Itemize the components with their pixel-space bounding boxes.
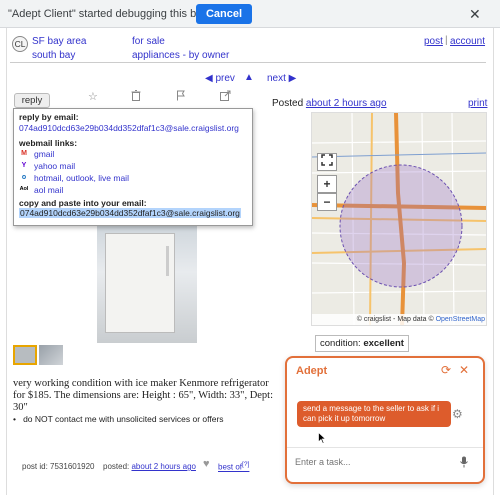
map-canvas — [312, 113, 486, 325]
header-divider — [10, 62, 486, 63]
copy-email-selected[interactable]: 074ad910dcd63e29b034dd352dfaf1c3@sale.cr… — [19, 208, 241, 218]
map-zoom-out-button[interactable]: − — [317, 193, 337, 211]
close-icon[interactable]: ✕ — [469, 6, 481, 23]
outlook-link[interactable]: hotmail, outlook, live mail — [34, 173, 129, 183]
prev-link[interactable]: ◀ prev — [205, 73, 235, 84]
refresh-icon[interactable]: ⟳ — [441, 363, 451, 377]
header-separator: | — [445, 35, 448, 46]
map-attribution: © craigslist - Map data © OpenStreetMap — [312, 314, 486, 325]
adept-divider — [287, 447, 483, 448]
post-id: post id: 7531601920 — [22, 462, 95, 471]
openstreetmap-link[interactable]: OpenStreetMap — [436, 316, 485, 323]
condition-value: excellent — [363, 338, 404, 349]
thumbnail-1[interactable] — [13, 345, 37, 365]
star-icon[interactable]: ☆ — [88, 90, 98, 103]
yahoo-icon: Y — [21, 162, 27, 169]
gear-icon[interactable]: ⚙ — [452, 407, 463, 421]
copy-paste-label: copy and paste into your email: — [19, 198, 147, 208]
gmail-icon: M — [21, 150, 27, 157]
post-link[interactable]: post — [424, 36, 443, 47]
fridge-handle — [166, 246, 169, 276]
heart-icon[interactable]: ♥ — [203, 458, 210, 470]
posted-date: Posted about 2 hours ago — [272, 98, 387, 109]
best-of-text[interactable]: best of — [218, 463, 242, 472]
next-link[interactable]: next ▶ — [267, 73, 296, 84]
best-of-help[interactable]: [?] — [242, 461, 249, 468]
yahoo-mail-link[interactable]: yahoo mail — [34, 161, 75, 171]
microphone-icon[interactable] — [460, 456, 468, 471]
posted-footer-time: about 2 hours ago — [131, 462, 196, 471]
share-icon[interactable] — [220, 90, 231, 104]
condition-attribute: condition: excellent — [315, 335, 409, 352]
up-link[interactable]: ▲ — [244, 72, 254, 83]
debug-banner: "Adept Client" started debugging this br… — [0, 0, 500, 28]
refrigerator-photo — [105, 233, 175, 333]
trash-icon[interactable] — [131, 90, 141, 104]
breadcrumb-section[interactable]: for sale — [132, 36, 165, 47]
close-icon[interactable]: ✕ — [459, 363, 469, 377]
reply-by-email-label: reply by email: — [19, 112, 79, 122]
adept-task-message[interactable]: send a message to the seller to ask if i… — [297, 401, 451, 427]
account-link[interactable]: account — [450, 36, 485, 47]
breadcrumb-area[interactable]: SF bay area — [32, 36, 86, 47]
attribution-text: © craigslist - Map data © — [356, 316, 436, 323]
webmail-label: webmail links: — [19, 138, 78, 148]
flag-icon[interactable] — [176, 90, 186, 104]
listing-description: very working condition with ice maker Ke… — [13, 378, 274, 413]
thumbnail-2[interactable] — [39, 345, 63, 365]
posted-time: about 2 hours ago — [305, 98, 387, 109]
adept-title: Adept — [296, 365, 328, 377]
listing-map[interactable]: + − © craigslist - Map data © OpenStreet… — [311, 112, 487, 326]
adept-panel: Adept ⟳ ✕ send a message to the seller t… — [285, 356, 485, 484]
aol-mail-link[interactable]: aol mail — [34, 185, 63, 195]
posted-footer: posted: about 2 hours ago — [103, 462, 196, 471]
reply-email-link[interactable]: 074ad910dcd63e29b034dd352dfaf1c3@sale.cr… — [19, 123, 239, 133]
posted-prefix: Posted — [272, 98, 306, 109]
breadcrumb-category[interactable]: appliances - by owner — [132, 50, 229, 61]
outlook-icon: o — [21, 174, 27, 181]
listing-main-image[interactable] — [97, 225, 197, 343]
notice-list-item: • do NOT contact me with unsolicited ser… — [13, 414, 224, 424]
mouse-cursor-icon — [318, 432, 326, 444]
map-zoom-in-button[interactable]: + — [317, 175, 337, 193]
aol-icon: Aol — [19, 186, 29, 192]
reply-popup: reply by email: 074ad910dcd63e29b034dd35… — [13, 108, 253, 226]
posted-footer-prefix: posted: — [103, 462, 132, 471]
best-of-link[interactable]: best of[?] — [218, 461, 249, 472]
condition-label: condition: — [320, 338, 364, 349]
reply-button[interactable]: reply — [14, 93, 50, 108]
breadcrumb-subarea[interactable]: south bay — [32, 50, 75, 61]
cancel-debugging-button[interactable]: Cancel — [196, 4, 252, 24]
gmail-link[interactable]: gmail — [34, 149, 54, 159]
map-fullscreen-icon[interactable] — [317, 153, 337, 171]
notice-text: do NOT contact me with unsolicited servi… — [23, 414, 224, 424]
craigslist-logo[interactable]: CL — [12, 36, 28, 52]
print-link[interactable]: print — [468, 98, 487, 109]
task-input[interactable] — [295, 457, 445, 467]
